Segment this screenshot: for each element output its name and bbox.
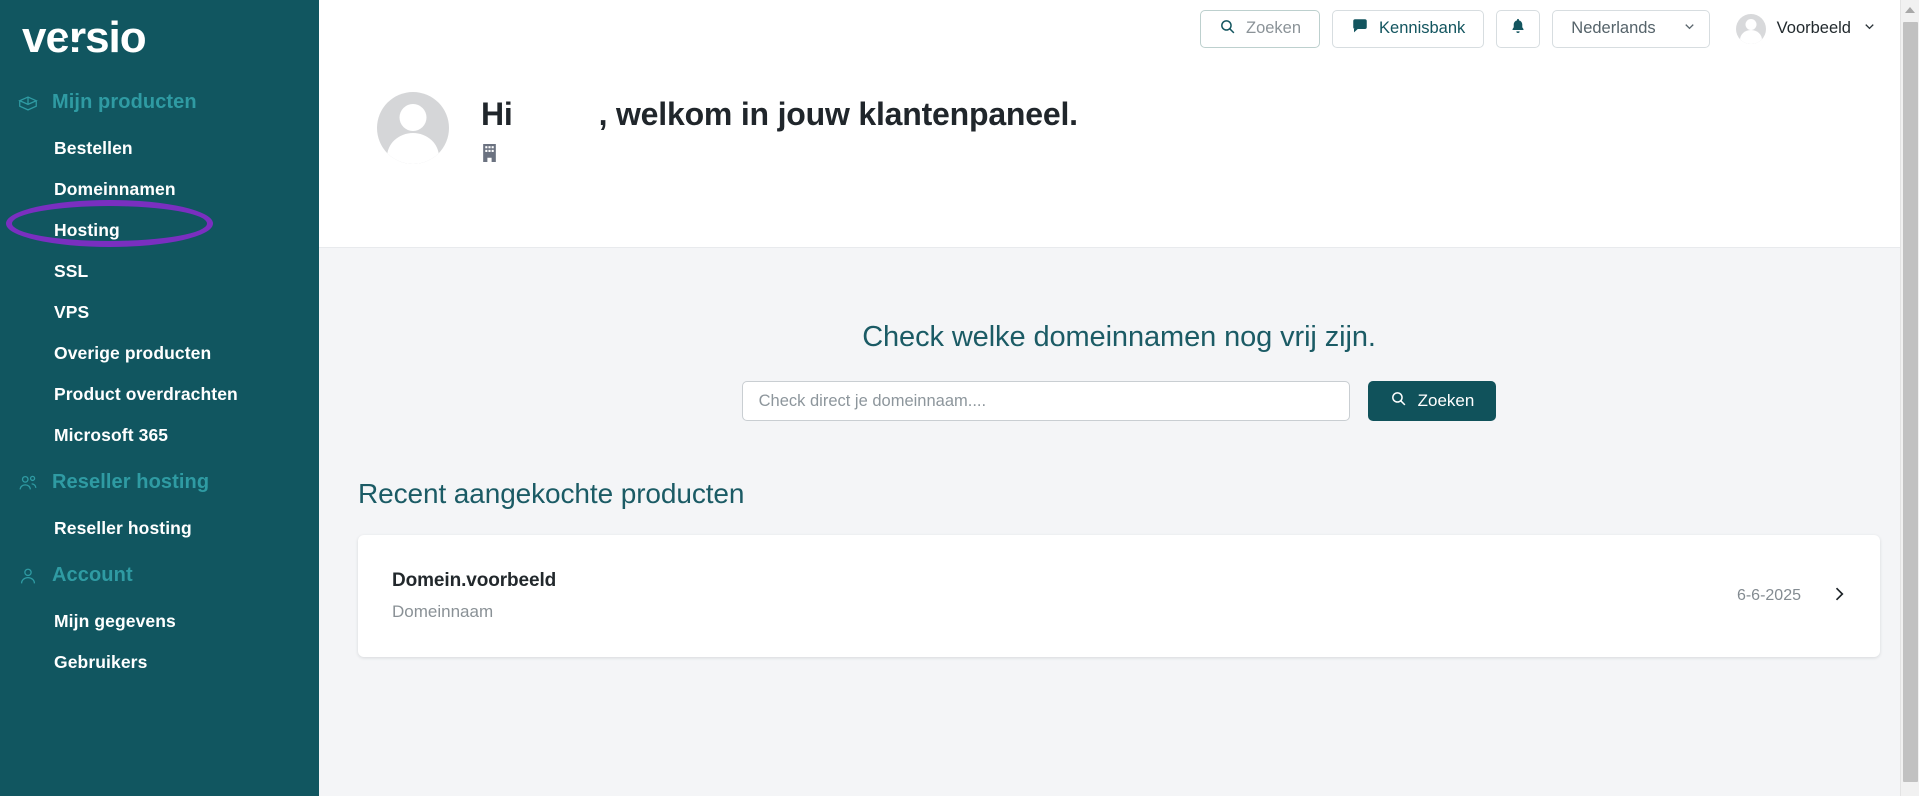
- greeting-suffix: , welkom in jouw klantenpaneel.: [599, 96, 1078, 133]
- profile-avatar: [377, 92, 449, 164]
- language-select[interactable]: Nederlands: [1552, 10, 1709, 48]
- chevron-right-icon[interactable]: [1829, 584, 1849, 609]
- sidebar: versio Mijn producten Bestellen Domeinna…: [0, 0, 319, 796]
- sidebar-group-reseller-hosting: Reseller hosting Reseller hosting: [0, 462, 319, 549]
- chevron-down-icon: [1862, 19, 1877, 39]
- greeting-text: Hi , welkom in jouw klantenpaneel.: [481, 90, 1078, 167]
- domain-search-submit-button[interactable]: Zoeken: [1368, 381, 1497, 421]
- app-root: versio Mijn producten Bestellen Domeinna…: [0, 0, 1919, 796]
- user-name: Voorbeeld: [1777, 19, 1851, 38]
- scrollbar-thumb[interactable]: [1903, 22, 1918, 782]
- sidebar-item-product-overdrachten[interactable]: Product overdrachten: [0, 374, 319, 415]
- recent-product-card[interactable]: Domein.voorbeeld Domeinnaam 6-6-2025: [358, 535, 1880, 657]
- sidebar-item-gebruikers[interactable]: Gebruikers: [0, 642, 319, 683]
- brand-logo[interactable]: versio: [0, 0, 319, 78]
- sidebar-item-reseller-hosting[interactable]: Reseller hosting: [0, 508, 319, 549]
- sidebar-item-vps[interactable]: VPS: [0, 292, 319, 333]
- greeting-line: Hi , welkom in jouw klantenpaneel.: [481, 96, 1078, 133]
- domain-search-section: Check welke domeinnamen nog vrij zijn. Z…: [319, 248, 1919, 421]
- bell-icon: [1509, 17, 1527, 40]
- page-scrollbar[interactable]: [1900, 0, 1919, 796]
- sidebar-group-label: Account: [52, 564, 133, 587]
- sidebar-item-ssl[interactable]: SSL: [0, 251, 319, 292]
- sidebar-group-header-account[interactable]: Account: [0, 555, 319, 596]
- knowledge-base-button[interactable]: Kennisbank: [1332, 10, 1484, 48]
- notifications-button[interactable]: [1496, 10, 1540, 48]
- sidebar-group-label: Reseller hosting: [52, 471, 209, 494]
- sidebar-group-label: Mijn producten: [52, 91, 197, 114]
- chat-bubble-icon: [1351, 17, 1369, 40]
- sidebar-group-account: Account Mijn gegevens Gebruikers: [0, 555, 319, 683]
- recent-product-type: Domeinnaam: [392, 602, 556, 622]
- sidebar-item-hosting[interactable]: Hosting: [0, 210, 319, 251]
- sidebar-item-overige-producten[interactable]: Overige producten: [0, 333, 319, 374]
- content: Check welke domeinnamen nog vrij zijn. Z…: [319, 248, 1919, 657]
- domain-search-title: Check welke domeinnamen nog vrij zijn.: [319, 321, 1919, 354]
- language-value: Nederlands: [1571, 19, 1655, 38]
- user-icon: [17, 565, 39, 587]
- triangle-up-icon: [1905, 7, 1915, 13]
- user-menu[interactable]: Voorbeeld: [1728, 10, 1881, 48]
- greeting-band: Hi , welkom in jouw klantenpaneel.: [319, 58, 1919, 248]
- users-icon: [17, 472, 39, 494]
- sidebar-group-header-mijn-producten[interactable]: Mijn producten: [0, 82, 319, 123]
- sidebar-item-domeinnamen[interactable]: Domeinnamen: [0, 169, 319, 210]
- domain-search-row: Zoeken: [319, 381, 1919, 421]
- recent-product-date: 6-6-2025: [1737, 587, 1801, 605]
- open-box-icon: [17, 92, 39, 114]
- sidebar-item-mijn-gegevens[interactable]: Mijn gegevens: [0, 601, 319, 642]
- chevron-down-icon: [1682, 19, 1697, 39]
- recent-products-title: Recent aangekochte producten: [358, 478, 1919, 510]
- recent-product-meta: 6-6-2025: [1737, 584, 1849, 609]
- building-icon: [481, 143, 498, 167]
- main-area: Zoeken Kennisbank Ne: [319, 0, 1919, 796]
- recent-product-info: Domein.voorbeeld Domeinnaam: [392, 570, 556, 622]
- search-icon: [1390, 390, 1407, 412]
- topbar: Zoeken Kennisbank Ne: [319, 0, 1919, 58]
- knowledge-base-label: Kennisbank: [1379, 19, 1465, 38]
- avatar: [1736, 14, 1766, 44]
- greeting-company: [481, 143, 1078, 167]
- greeting-prefix: Hi: [481, 96, 513, 133]
- recent-product-name: Domein.voorbeeld: [392, 570, 556, 592]
- domain-search-input[interactable]: [742, 381, 1350, 421]
- search-icon: [1219, 18, 1236, 40]
- domain-search-submit-label: Zoeken: [1418, 391, 1475, 411]
- sidebar-group-header-reseller-hosting[interactable]: Reseller hosting: [0, 462, 319, 503]
- sidebar-group-mijn-producten: Mijn producten Bestellen Domeinnamen Hos…: [0, 82, 319, 456]
- search-button-label: Zoeken: [1246, 19, 1301, 38]
- sidebar-item-microsoft-365[interactable]: Microsoft 365: [0, 415, 319, 456]
- search-button[interactable]: Zoeken: [1200, 10, 1320, 48]
- scrollbar-up-arrow[interactable]: [1901, 0, 1919, 19]
- sidebar-item-bestellen[interactable]: Bestellen: [0, 128, 319, 169]
